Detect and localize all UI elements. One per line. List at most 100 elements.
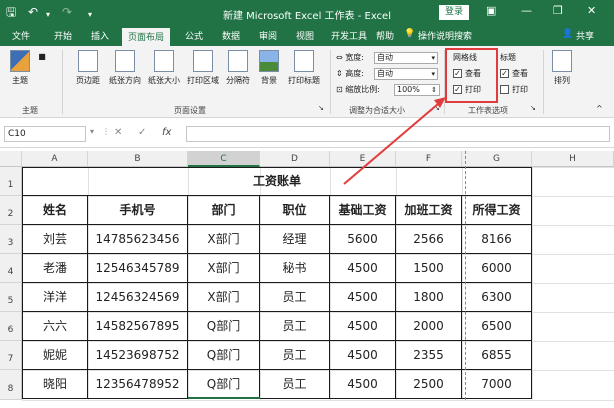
sheet-title-cell[interactable]: 工资账单 xyxy=(22,167,532,196)
column-header[interactable]: C xyxy=(188,151,260,167)
tab-developer[interactable]: 开发工具 xyxy=(331,29,367,42)
column-header[interactable]: G xyxy=(462,151,532,167)
row-header[interactable]: 6 xyxy=(0,312,22,341)
headings-view-checkbox[interactable]: ✓ 查看 xyxy=(500,67,528,80)
table-cell[interactable]: 12546345789 xyxy=(88,254,188,283)
table-cell[interactable]: 老潘 xyxy=(22,254,88,283)
tab-home[interactable]: 开始 xyxy=(54,29,72,42)
table-cell[interactable]: 六六 xyxy=(22,312,88,341)
print-area-button[interactable]: 打印区域 xyxy=(184,50,222,86)
table-cell[interactable]: 秘书 xyxy=(260,254,330,283)
table-cell[interactable]: 14523698752 xyxy=(88,341,188,370)
ribbon-display-options-icon[interactable]: ▣ xyxy=(486,4,496,17)
select-all-corner[interactable] xyxy=(0,151,22,167)
row-header[interactable]: 1 xyxy=(0,167,22,196)
cancel-icon[interactable]: ✕ xyxy=(114,127,122,138)
table-cell[interactable]: 4500 xyxy=(330,370,396,399)
row-header[interactable]: 3 xyxy=(0,225,22,254)
table-cell[interactable]: 经理 xyxy=(260,225,330,254)
margins-button[interactable]: 页边距 xyxy=(72,50,104,86)
column-header[interactable]: A xyxy=(22,151,88,167)
table-cell[interactable]: 4500 xyxy=(330,254,396,283)
table-cell[interactable]: Q部门 xyxy=(188,341,260,370)
login-button[interactable]: 登录 xyxy=(439,5,469,20)
row-header[interactable]: 4 xyxy=(0,254,22,283)
breaks-button[interactable]: 分隔符 xyxy=(222,50,254,86)
header-cell[interactable]: 基础工资 xyxy=(330,196,396,225)
table-cell[interactable]: X部门 xyxy=(188,225,260,254)
column-header[interactable]: E xyxy=(330,151,396,167)
table-cell[interactable]: Q部门 xyxy=(188,370,260,399)
page-setup-launcher-icon[interactable]: ↘ xyxy=(318,104,324,112)
tab-data[interactable]: 数据 xyxy=(222,29,240,42)
table-cell[interactable]: 2355 xyxy=(396,341,462,370)
column-header[interactable]: B xyxy=(88,151,188,167)
table-cell[interactable]: 员工 xyxy=(260,341,330,370)
table-cell[interactable]: 妮妮 xyxy=(22,341,88,370)
background-button[interactable]: 背景 xyxy=(256,50,282,86)
header-cell[interactable]: 部门 xyxy=(188,196,260,225)
table-cell[interactable]: X部门 xyxy=(188,254,260,283)
theme-colors-icon[interactable]: ■ xyxy=(36,52,48,61)
table-cell[interactable]: 6500 xyxy=(462,312,532,341)
header-cell[interactable]: 姓名 xyxy=(22,196,88,225)
print-titles-button[interactable]: 打印标题 xyxy=(284,50,324,86)
table-cell[interactable]: 员工 xyxy=(260,370,330,399)
height-combo[interactable]: 自动 ▾ xyxy=(374,68,438,80)
table-cell[interactable]: 2000 xyxy=(396,312,462,341)
table-cell[interactable]: 6855 xyxy=(462,341,532,370)
table-cell[interactable]: 6300 xyxy=(462,283,532,312)
table-cell[interactable]: 7000 xyxy=(462,370,532,399)
table-cell[interactable]: 员工 xyxy=(260,312,330,341)
table-cell[interactable]: X部门 xyxy=(188,283,260,312)
name-box[interactable]: C10 xyxy=(4,126,86,142)
table-cell[interactable]: 12356478952 xyxy=(88,370,188,399)
restore-button[interactable]: ❐ xyxy=(553,4,563,17)
scale-stepper[interactable]: 100% ⇕ xyxy=(394,84,440,96)
table-cell[interactable]: 4500 xyxy=(330,312,396,341)
table-cell[interactable]: Q部门 xyxy=(188,312,260,341)
insert-function-icon[interactable]: fx xyxy=(162,127,171,138)
header-cell[interactable]: 职位 xyxy=(260,196,330,225)
tab-page-layout[interactable]: 页面布局 xyxy=(122,28,171,46)
table-cell[interactable]: 2566 xyxy=(396,225,462,254)
tab-insert[interactable]: 插入 xyxy=(91,29,109,42)
column-header[interactable]: H xyxy=(532,151,614,167)
enter-icon[interactable]: ✓ xyxy=(138,127,146,138)
size-button[interactable]: 纸张大小 xyxy=(145,50,183,86)
table-cell[interactable]: 2500 xyxy=(396,370,462,399)
name-box-dropdown-icon[interactable]: ▾ xyxy=(90,127,94,136)
close-button[interactable]: ✕ xyxy=(587,4,596,17)
width-combo[interactable]: 自动 ▾ xyxy=(374,52,438,64)
table-cell[interactable]: 6000 xyxy=(462,254,532,283)
formula-input[interactable] xyxy=(186,126,610,142)
table-cell[interactable]: 4500 xyxy=(330,341,396,370)
tell-me-search[interactable]: 操作说明搜索 xyxy=(418,29,472,42)
tab-view[interactable]: 视图 xyxy=(296,29,314,42)
tab-file[interactable]: 文件 xyxy=(12,29,30,42)
share-button[interactable]: 共享 xyxy=(576,29,594,42)
column-header[interactable]: F xyxy=(396,151,462,167)
row-header[interactable]: 5 xyxy=(0,283,22,312)
table-cell[interactable]: 洋洋 xyxy=(22,283,88,312)
minimize-button[interactable]: — xyxy=(521,4,532,17)
table-cell[interactable]: 14582567895 xyxy=(88,312,188,341)
row-header[interactable]: 2 xyxy=(0,196,22,225)
header-cell[interactable]: 手机号 xyxy=(88,196,188,225)
collapse-ribbon-icon[interactable]: ^ xyxy=(596,104,603,113)
column-header[interactable]: D xyxy=(260,151,330,167)
themes-button[interactable]: 主题 xyxy=(6,50,34,86)
tab-help[interactable]: 帮助 xyxy=(376,29,394,42)
tab-formulas[interactable]: 公式 xyxy=(185,29,203,42)
table-cell[interactable]: 4500 xyxy=(330,283,396,312)
table-cell[interactable]: 员工 xyxy=(260,283,330,312)
table-cell[interactable]: 刘芸 xyxy=(22,225,88,254)
table-cell[interactable]: 5600 xyxy=(330,225,396,254)
table-cell[interactable]: 14785623456 xyxy=(88,225,188,254)
table-cell[interactable]: 12456324569 xyxy=(88,283,188,312)
header-cell[interactable]: 加班工资 xyxy=(396,196,462,225)
scale-launcher-icon[interactable]: ↘ xyxy=(434,104,440,112)
sheet-options-launcher-icon[interactable]: ↘ xyxy=(530,104,536,112)
orientation-button[interactable]: 纸张方向 xyxy=(106,50,144,86)
row-header[interactable]: 8 xyxy=(0,370,22,400)
